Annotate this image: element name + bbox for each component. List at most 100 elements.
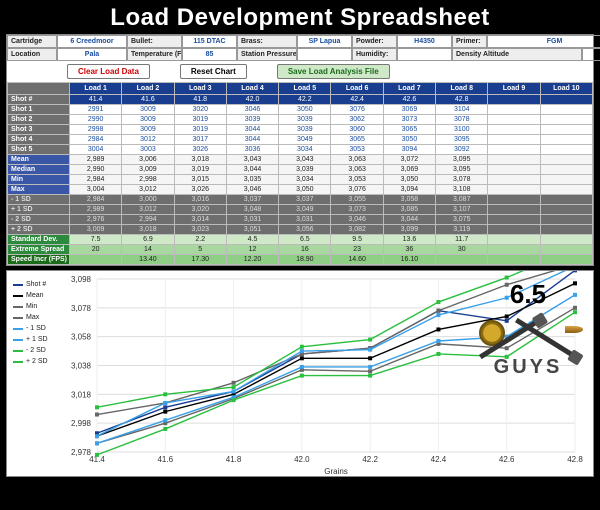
cell[interactable] — [540, 185, 592, 195]
val-da[interactable] — [582, 48, 600, 61]
cell[interactable]: 2991 — [70, 105, 122, 115]
col-load9[interactable]: Load 9 — [488, 83, 540, 95]
cell[interactable]: 7.5 — [70, 235, 122, 245]
val-primer[interactable]: FGM — [487, 35, 600, 48]
cell[interactable]: 3,043 — [279, 155, 331, 165]
cell[interactable]: 3,075 — [436, 215, 488, 225]
cell[interactable]: 3,009 — [70, 225, 122, 235]
val-temp[interactable]: 85 — [182, 48, 237, 61]
cell[interactable]: 3,082 — [331, 225, 383, 235]
cell[interactable] — [540, 135, 592, 145]
cell[interactable]: 14.60 — [331, 255, 383, 265]
cell[interactable] — [488, 195, 540, 205]
cell[interactable] — [540, 125, 592, 135]
cell[interactable]: 3,076 — [331, 185, 383, 195]
cell[interactable]: 3,000 — [122, 195, 174, 205]
cell[interactable] — [488, 175, 540, 185]
cell[interactable]: 3069 — [383, 105, 435, 115]
cell[interactable] — [540, 155, 592, 165]
cell[interactable]: 3009 — [122, 105, 174, 115]
cell[interactable]: 3104 — [436, 105, 488, 115]
cell[interactable]: 3,046 — [331, 215, 383, 225]
cell[interactable]: 3003 — [122, 145, 174, 155]
cell[interactable]: 13.6 — [383, 235, 435, 245]
cell[interactable]: 3009 — [122, 125, 174, 135]
cell[interactable] — [488, 185, 540, 195]
col-load3[interactable]: Load 3 — [174, 83, 226, 95]
cell[interactable]: 2,989 — [70, 155, 122, 165]
cell[interactable]: 3019 — [174, 125, 226, 135]
cell[interactable] — [540, 225, 592, 235]
cell[interactable]: 3,094 — [383, 185, 435, 195]
cell[interactable]: 3039 — [226, 115, 278, 125]
cell[interactable]: 3,078 — [436, 175, 488, 185]
cell[interactable]: 6.9 — [122, 235, 174, 245]
cell[interactable] — [488, 255, 540, 265]
cell[interactable]: 3060 — [331, 125, 383, 135]
cell[interactable]: 3,050 — [279, 185, 331, 195]
cell[interactable]: 3,031 — [279, 215, 331, 225]
cell[interactable]: 3,026 — [174, 185, 226, 195]
cell[interactable]: 11.7 — [436, 235, 488, 245]
cell[interactable]: 3,035 — [226, 175, 278, 185]
cell[interactable]: 3,063 — [331, 165, 383, 175]
cell[interactable]: 3,058 — [383, 195, 435, 205]
cell[interactable]: 2,984 — [70, 195, 122, 205]
cell[interactable]: 12 — [226, 245, 278, 255]
cell[interactable]: 3,037 — [279, 195, 331, 205]
cell[interactable]: 3,018 — [122, 225, 174, 235]
cell[interactable]: 2,989 — [70, 205, 122, 215]
cell[interactable]: 3,023 — [174, 225, 226, 235]
cell[interactable]: 3,043 — [226, 155, 278, 165]
cell[interactable] — [540, 215, 592, 225]
cell[interactable]: 3036 — [226, 145, 278, 155]
cell[interactable] — [488, 205, 540, 215]
cell[interactable] — [488, 215, 540, 225]
cell[interactable] — [540, 165, 592, 175]
cell[interactable]: 3062 — [331, 115, 383, 125]
cell[interactable] — [488, 155, 540, 165]
cell[interactable] — [70, 255, 122, 265]
cell[interactable]: 3044 — [226, 135, 278, 145]
cell[interactable]: 3092 — [436, 145, 488, 155]
cell[interactable]: 3004 — [70, 145, 122, 155]
cell[interactable]: 3,087 — [436, 195, 488, 205]
reset-button[interactable]: Reset Chart — [180, 64, 247, 79]
cell[interactable]: 17.30 — [174, 255, 226, 265]
cell[interactable] — [488, 125, 540, 135]
cell[interactable]: 18.90 — [279, 255, 331, 265]
col-load7[interactable]: Load 7 — [383, 83, 435, 95]
cell[interactable]: 2,976 — [70, 215, 122, 225]
val-powder[interactable]: H4350 — [397, 35, 452, 48]
cell[interactable]: 2,990 — [70, 165, 122, 175]
val-humid[interactable] — [397, 48, 452, 61]
cell[interactable] — [540, 175, 592, 185]
cell[interactable]: 4.5 — [226, 235, 278, 245]
col-load6[interactable]: Load 6 — [331, 83, 383, 95]
cell[interactable]: 3100 — [436, 125, 488, 135]
cell[interactable]: 3,006 — [122, 155, 174, 165]
cell[interactable]: 3,046 — [226, 185, 278, 195]
cell[interactable]: 23 — [331, 245, 383, 255]
cell[interactable]: 3050 — [383, 135, 435, 145]
cell[interactable] — [540, 105, 592, 115]
cell[interactable]: 3,063 — [331, 155, 383, 165]
cell[interactable]: 3,095 — [436, 155, 488, 165]
cell[interactable] — [488, 115, 540, 125]
cell[interactable]: 3,031 — [226, 215, 278, 225]
cell[interactable]: 2998 — [70, 125, 122, 135]
cell[interactable]: 9.5 — [331, 235, 383, 245]
col-load1[interactable]: Load 1 — [70, 83, 122, 95]
cell[interactable] — [488, 225, 540, 235]
cell[interactable]: 3094 — [383, 145, 435, 155]
cell[interactable] — [540, 255, 592, 265]
clear-button[interactable]: Clear Load Data — [67, 64, 150, 79]
cell[interactable]: 13.40 — [122, 255, 174, 265]
cell[interactable]: 16.10 — [383, 255, 435, 265]
cell[interactable]: 2,998 — [122, 175, 174, 185]
cell[interactable] — [488, 135, 540, 145]
cell[interactable]: 3,099 — [383, 225, 435, 235]
cell[interactable]: 3,107 — [436, 205, 488, 215]
cell[interactable]: 3,072 — [383, 155, 435, 165]
cell[interactable]: 3,009 — [122, 165, 174, 175]
